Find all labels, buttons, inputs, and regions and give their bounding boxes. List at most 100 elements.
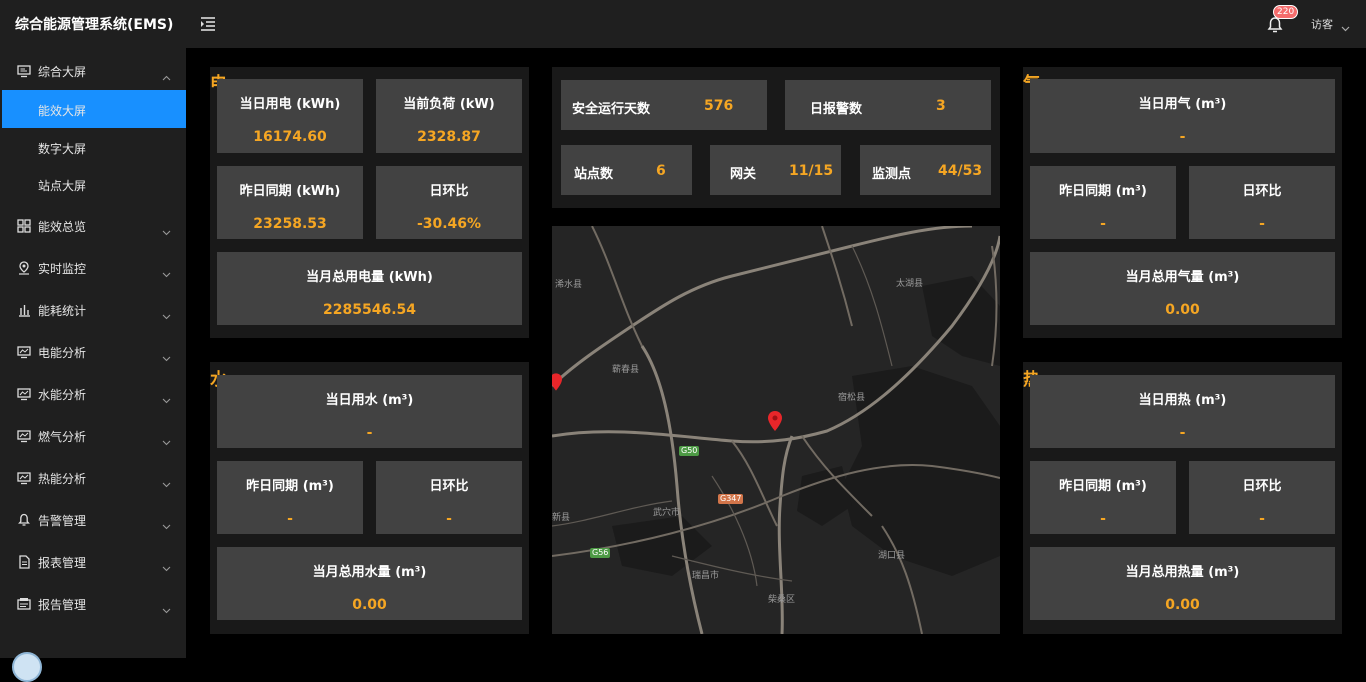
sidebar-item-label: 电能分析 xyxy=(38,346,87,360)
tile-value: - xyxy=(1179,129,1186,145)
chevron-down-icon xyxy=(162,515,171,530)
tile-value: - xyxy=(1259,216,1265,232)
tile-value: - xyxy=(366,425,373,441)
tile-label: 昨日同期 (m³) xyxy=(246,479,334,494)
sidebar-item-label: 水能分析 xyxy=(38,388,87,402)
chevron-down-icon[interactable] xyxy=(1341,18,1350,32)
sidebar-item-label: 实时监控 xyxy=(38,262,87,276)
heat-month-tile: 当月总用热量 (m³) 0.00 xyxy=(1030,547,1335,620)
tile-value: -30.46% xyxy=(416,216,482,232)
chart-monitor-icon xyxy=(17,428,31,443)
grid-icon xyxy=(17,218,31,233)
tile-label: 昨日同期 (m³) xyxy=(1059,184,1147,199)
top-bar: 综合能源管理系统(EMS) 220 访客 xyxy=(0,0,1366,48)
bar-chart-icon xyxy=(17,302,31,317)
tile-label: 当日用电 (kWh) xyxy=(239,97,341,112)
tile-value: 0.00 xyxy=(1165,597,1200,613)
tile-label: 当月总用热量 (m³) xyxy=(1125,565,1240,580)
tile-value: - xyxy=(1179,425,1186,441)
map-place-label: 新县 xyxy=(552,513,571,523)
gas-month-tile: 当月总用气量 (m³) 0.00 xyxy=(1030,252,1335,325)
chart-monitor-icon xyxy=(17,344,31,359)
sidebar-item-electric-analysis[interactable]: 电能分析 xyxy=(0,331,186,369)
tile-value: - xyxy=(1100,511,1106,527)
chevron-down-icon xyxy=(162,557,171,572)
heat-panel: 热 当日用热 (m³) - 昨日同期 (m³) - 日环比 - 当月总用热量 (… xyxy=(1023,362,1342,634)
stat-label: 日报警数 xyxy=(810,102,863,117)
menu-collapse-icon[interactable] xyxy=(199,15,217,33)
location-pin-icon xyxy=(17,260,31,275)
map-place-label: 湖口县 xyxy=(878,551,906,561)
chart-monitor-icon xyxy=(17,386,31,401)
tile-value: 2328.87 xyxy=(417,129,481,145)
sidebar-sub-item-label: 数字大屏 xyxy=(38,142,87,156)
heat-ratio-tile: 日环比 - xyxy=(1189,461,1335,534)
sidebar-item-heat-analysis[interactable]: 热能分析 xyxy=(0,457,186,495)
sidebar-item-water-analysis[interactable]: 水能分析 xyxy=(0,373,186,411)
tile-label: 日环比 xyxy=(429,479,469,494)
water-yesterday-tile: 昨日同期 (m³) - xyxy=(217,461,363,534)
sidebar-item-alarm-management[interactable]: 告警管理 xyxy=(0,499,186,537)
tile-value: 0.00 xyxy=(352,597,387,613)
sidebar-item-gas-analysis[interactable]: 燃气分析 xyxy=(0,415,186,453)
user-menu[interactable]: 访客 xyxy=(1311,16,1333,32)
electric-panel: 电 当日用电 (kWh) 16174.60 当前负荷 (kW) 2328.87 … xyxy=(210,67,529,338)
map-place-label: 太湖县 xyxy=(896,279,924,289)
chevron-down-icon xyxy=(162,599,171,614)
water-ratio-tile: 日环比 - xyxy=(376,461,522,534)
sidebar-item-report-tables[interactable]: 报表管理 xyxy=(0,541,186,579)
tile-label: 当月总用气量 (m³) xyxy=(1125,270,1240,285)
stat-value: 44/53 xyxy=(938,163,983,179)
sidebar-item-consumption-stats[interactable]: 能耗统计 xyxy=(0,289,186,327)
chevron-down-icon xyxy=(162,389,171,404)
map-marker-icon[interactable] xyxy=(768,411,782,431)
chevron-down-icon xyxy=(162,431,171,446)
chevron-down-icon xyxy=(162,221,171,236)
electric-today-tile: 当日用电 (kWh) 16174.60 xyxy=(217,79,363,153)
stat-label: 网关 xyxy=(730,167,757,182)
water-panel: 水 当日用水 (m³) - 昨日同期 (m³) - 日环比 - 当月总用水量 (… xyxy=(210,362,529,634)
tile-value: - xyxy=(1259,511,1265,527)
gas-panel: 气 当日用气 (m³) - 昨日同期 (m³) - 日环比 - 当月总用气量 (… xyxy=(1023,67,1342,338)
map-marker-icon[interactable] xyxy=(552,373,562,391)
sidebar-item-dashboard[interactable]: 综合大屏 xyxy=(0,50,186,88)
tile-label: 当日用气 (m³) xyxy=(1138,97,1227,112)
tile-value: 23258.53 xyxy=(253,216,327,232)
sidebar-sub-item-label: 站点大屏 xyxy=(38,179,87,193)
chevron-down-icon xyxy=(162,347,171,362)
tile-label: 日环比 xyxy=(1242,479,1282,494)
tile-value: 0.00 xyxy=(1165,302,1200,318)
map-place-label: 宿松县 xyxy=(838,393,866,403)
electric-ratio-tile: 日环比 -30.46% xyxy=(376,166,522,239)
gateway-stat: 网关 11/15 xyxy=(710,145,841,195)
sidebar-sub-item-efficiency-screen[interactable]: 能效大屏 xyxy=(2,90,186,128)
sidebar-item-efficiency-overview[interactable]: 能效总览 xyxy=(0,205,186,243)
tile-label: 日环比 xyxy=(1242,184,1282,199)
monitor-points-stat: 监测点 44/53 xyxy=(860,145,991,195)
site-map[interactable]: 浠水县 太湖县 蕲春县 宿松县 武穴市 瑞昌市 湖口县 柴桑区 新县 G50 G… xyxy=(552,226,1000,634)
document-icon xyxy=(17,554,31,569)
sidebar-item-report-docs[interactable]: 报告管理 xyxy=(0,583,186,621)
tile-label: 当月总用水量 (m³) xyxy=(312,565,427,580)
map-place-label: 武穴市 xyxy=(653,508,681,518)
heat-yesterday-tile: 昨日同期 (m³) - xyxy=(1030,461,1176,534)
alarms-stat: 日报警数 3 xyxy=(785,80,991,130)
avatar[interactable] xyxy=(12,652,42,682)
sidebar-item-realtime-monitor[interactable]: 实时监控 xyxy=(0,247,186,285)
tile-label: 日环比 xyxy=(429,184,469,199)
sidebar-sub-item-digital-screen[interactable]: 数字大屏 xyxy=(0,128,186,166)
tile-label: 当月总用电量 (kWh) xyxy=(306,270,433,285)
water-today-tile: 当日用水 (m³) - xyxy=(217,375,522,448)
stat-value: 6 xyxy=(656,163,666,179)
tile-value: 16174.60 xyxy=(253,129,327,145)
road-shield: G347 xyxy=(718,494,744,504)
sidebar: 综合大屏 能效大屏 数字大屏 站点大屏 能效总览 实时监控 能耗统计 电能分析 … xyxy=(0,48,186,658)
chevron-down-icon xyxy=(162,473,171,488)
tile-label: 当日用水 (m³) xyxy=(325,393,414,408)
sidebar-sub-item-site-screen[interactable]: 站点大屏 xyxy=(0,165,186,203)
chart-monitor-icon xyxy=(17,470,31,485)
map-place-label: 瑞昌市 xyxy=(692,571,720,581)
stats-panel: 安全运行天数 576 日报警数 3 站点数 6 网关 11/15 监测点 44/… xyxy=(552,67,1000,208)
sidebar-item-label: 热能分析 xyxy=(38,472,87,486)
tile-label: 昨日同期 (m³) xyxy=(1059,479,1147,494)
